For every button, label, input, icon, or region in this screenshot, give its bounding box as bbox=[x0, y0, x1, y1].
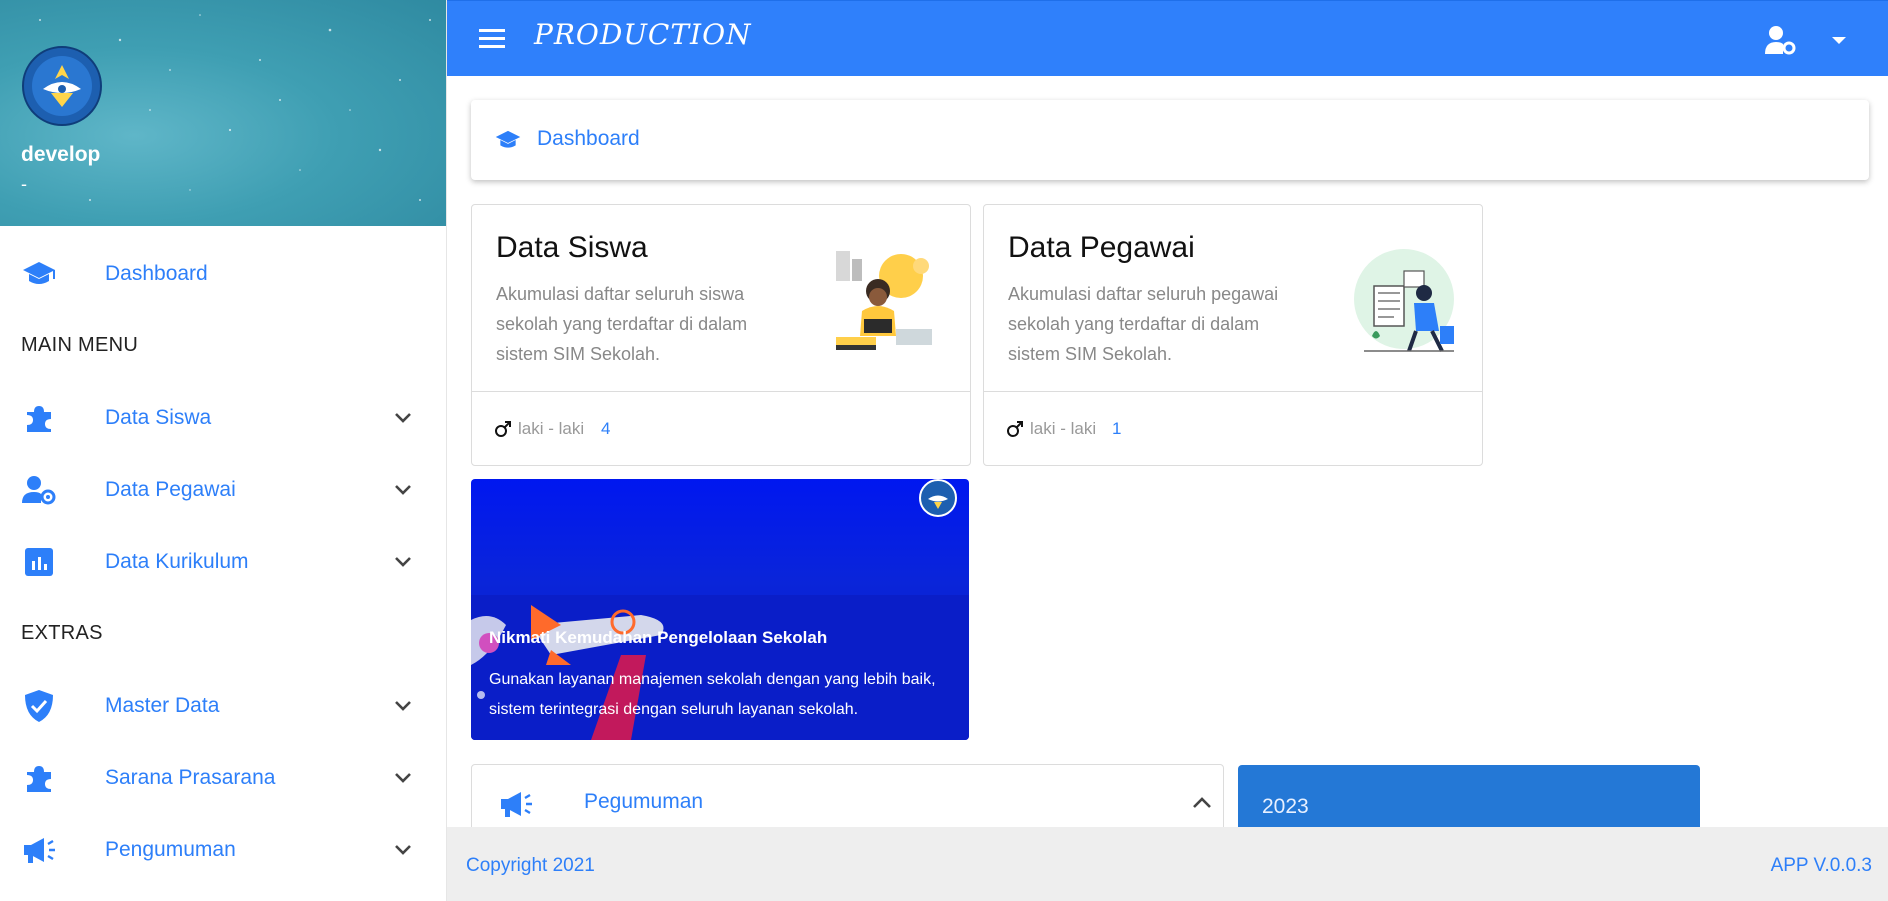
sidebar-item-label: Data Pegawai bbox=[105, 478, 236, 501]
puzzle-icon bbox=[22, 761, 56, 795]
promo-title: Nikmati Kemudahan Pengelolaan Sekolah bbox=[489, 628, 828, 647]
shield-check-icon bbox=[22, 689, 56, 723]
card-footer: laki - laki 1 bbox=[984, 391, 1482, 467]
user-gear-icon bbox=[1765, 26, 1796, 55]
card-data-pegawai: Data Pegawai Akumulasi daftar seluruh pe… bbox=[983, 204, 1483, 466]
user-menu-button[interactable] bbox=[1763, 23, 1853, 57]
user-gear-icon bbox=[22, 473, 56, 507]
megaphone-icon bbox=[22, 833, 56, 867]
chevron-down-icon bbox=[395, 413, 411, 423]
chevron-down-icon bbox=[395, 773, 411, 783]
chart-square-icon bbox=[22, 545, 56, 579]
male-symbol-icon bbox=[1007, 421, 1023, 437]
promo-banner: Nikmati Kemudahan Pengelolaan Sekolah Gu… bbox=[471, 479, 969, 740]
top-app-bar: PRODUCTION bbox=[447, 0, 1888, 76]
card-description: Akumulasi daftar seluruh siswa sekolah y… bbox=[496, 284, 748, 364]
sidebar-item-pengumuman[interactable]: Pengumuman bbox=[0, 820, 446, 880]
chevron-down-icon bbox=[395, 557, 411, 567]
gender-count: 4 bbox=[601, 419, 611, 438]
footer: Copyright 2021 APP V.0.0.3 bbox=[447, 827, 1888, 901]
sidebar-item-master-data[interactable]: Master Data bbox=[0, 676, 446, 736]
sidebar-profile-header: develop - bbox=[0, 0, 446, 226]
sidebar-item-label: Master Data bbox=[105, 694, 220, 717]
chevron-down-icon bbox=[395, 845, 411, 855]
card-title: Data Pegawai bbox=[1008, 231, 1195, 264]
chevron-up-icon[interactable] bbox=[1190, 791, 1214, 815]
hamburger-menu-icon[interactable] bbox=[477, 25, 507, 51]
gender-label: laki - laki bbox=[1030, 419, 1097, 438]
sidebar-item-label: Data Kurikulum bbox=[105, 550, 249, 573]
card-footer: laki - laki 4 bbox=[472, 391, 970, 467]
sidebar-item-sarana-prasarana[interactable]: Sarana Prasarana bbox=[0, 748, 446, 808]
announcement-title: Pegumuman bbox=[584, 790, 704, 813]
sidebar-item-dashboard[interactable]: Dashboard bbox=[0, 244, 446, 304]
sidebar-item-label: Dashboard bbox=[105, 262, 208, 285]
footer-copyright: Copyright 2021 bbox=[466, 855, 595, 876]
school-logo-icon bbox=[22, 46, 102, 126]
footer-version: APP V.0.0.3 bbox=[1770, 855, 1872, 876]
megaphone-icon bbox=[501, 792, 532, 817]
profile-subtitle: - bbox=[21, 174, 27, 194]
gender-count: 1 bbox=[1112, 419, 1122, 438]
caret-down-icon bbox=[1832, 37, 1846, 44]
profile-name: develop bbox=[21, 143, 101, 166]
section-title-main-menu: MAIN MENU bbox=[21, 334, 139, 356]
sidebar: develop - Dashboard MAIN MENU Data Siswa… bbox=[0, 0, 447, 901]
school-logo-icon bbox=[919, 479, 957, 517]
main-content: Dashboard Data Siswa Akumulasi daftar se… bbox=[447, 76, 1888, 845]
app-brand: PRODUCTION bbox=[534, 18, 752, 51]
promo-text: Gunakan layanan manajemen sekolah dengan… bbox=[489, 671, 936, 718]
card-data-siswa: Data Siswa Akumulasi daftar seluruh sisw… bbox=[471, 204, 971, 466]
chevron-down-icon bbox=[395, 701, 411, 711]
sidebar-item-label: Data Siswa bbox=[105, 406, 212, 429]
section-title-extras: EXTRAS bbox=[21, 622, 103, 644]
sidebar-item-label: Sarana Prasarana bbox=[105, 766, 276, 789]
card-description: Akumulasi daftar seluruh pegawai sekolah… bbox=[1008, 284, 1279, 364]
year-label: 2023 bbox=[1262, 795, 1309, 818]
gender-label: laki - laki bbox=[518, 419, 585, 438]
chevron-down-icon bbox=[395, 485, 411, 495]
sidebar-item-data-siswa[interactable]: Data Siswa bbox=[0, 388, 446, 448]
breadcrumb: Dashboard bbox=[471, 100, 1869, 180]
sidebar-item-data-kurikulum[interactable]: Data Kurikulum bbox=[0, 532, 446, 592]
graduation-cap-icon bbox=[495, 130, 521, 148]
male-symbol-icon bbox=[495, 421, 511, 437]
puzzle-icon bbox=[22, 401, 56, 435]
sidebar-item-label: Pengumuman bbox=[105, 838, 236, 861]
student-reading-illustration bbox=[836, 251, 932, 350]
employee-illustration bbox=[1354, 249, 1454, 352]
sidebar-item-data-pegawai[interactable]: Data Pegawai bbox=[0, 460, 446, 520]
breadcrumb-dashboard-link[interactable]: Dashboard bbox=[537, 127, 640, 151]
card-title: Data Siswa bbox=[496, 231, 648, 264]
graduation-cap-icon bbox=[22, 257, 56, 291]
